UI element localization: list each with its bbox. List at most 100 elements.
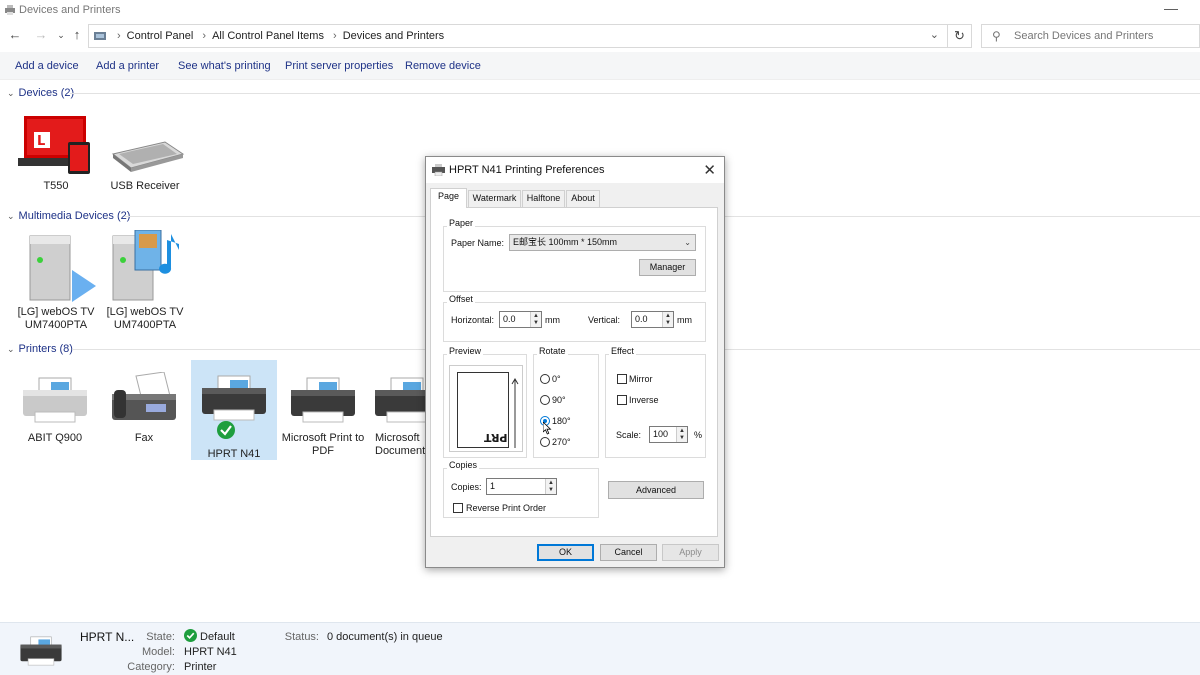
up-arrow-icon <box>511 378 519 448</box>
scale-unit: % <box>694 430 703 440</box>
device-label: Microsoft Print to PDF <box>281 432 365 457</box>
svg-text:L: L <box>37 134 45 149</box>
scale-label: Scale: <box>616 430 642 440</box>
breadcrumb-control-panel[interactable]: Control Panel <box>127 30 194 42</box>
close-icon[interactable]: ✕ <box>703 161 716 179</box>
paper-group-label: Paper <box>447 218 476 228</box>
details-category-value: Printer <box>184 661 217 673</box>
rotate-270-radio[interactable] <box>540 437 550 447</box>
search-input[interactable]: Search Devices and Printers <box>1014 30 1153 42</box>
tab-watermark[interactable]: Watermark <box>468 190 521 207</box>
device-label: Fax <box>134 432 154 444</box>
apply-button[interactable]: Apply <box>662 544 719 561</box>
printer-icon <box>291 377 355 423</box>
horizontal-offset-input[interactable]: 0.0 ▲ ▼ <box>499 311 542 328</box>
laptop-phone-icon: L <box>18 116 90 174</box>
cancel-button[interactable]: Cancel <box>600 544 657 561</box>
mirror-label: Mirror <box>629 374 653 384</box>
reverse-print-order-checkbox[interactable] <box>453 503 463 513</box>
preview-sample-text: PRT <box>484 431 508 444</box>
device-label: HPRT N41 <box>207 448 261 460</box>
rotate-group-label: Rotate <box>537 346 568 356</box>
device-label: [LG] webOS TV UM7400PTA <box>17 306 95 331</box>
search-box[interactable]: ⚲ Search Devices and Printers <box>981 24 1200 48</box>
media-server-icon <box>29 235 96 302</box>
device-label: MicrosoftDocument W <box>375 432 429 457</box>
address-dropdown-chevron-icon[interactable]: ⌄ <box>930 28 939 41</box>
multimedia-lg-tv-1[interactable]: [LG] webOS TV UM7400PTA <box>13 230 99 332</box>
device-label: [LG] webOS TV UM7400PTA <box>106 306 184 331</box>
keyboard-icon <box>111 141 185 172</box>
add-device-button[interactable]: Add a device <box>15 60 79 72</box>
preview-page: PRT <box>457 372 509 448</box>
printer-hprt-n41[interactable]: HPRT N41 <box>191 360 277 460</box>
scale-input[interactable]: 100 ▲ ▼ <box>649 426 688 443</box>
printer-icon <box>375 377 429 423</box>
horizontal-unit: mm <box>545 315 560 325</box>
multimedia-lg-tv-2[interactable]: [LG] webOS TV UM7400PTA <box>102 230 188 332</box>
dialog-title: HPRT N41 Printing Preferences <box>449 164 605 176</box>
printer-microsoft-print-to-pdf[interactable]: Microsoft Print to PDF <box>280 372 366 458</box>
details-status-value: 0 document(s) in queue <box>327 631 443 643</box>
device-usb-receiver[interactable]: USB Receiver <box>102 112 188 193</box>
control-panel-icon <box>94 32 106 40</box>
rotate-0-radio[interactable] <box>540 374 550 384</box>
printer-abit-q900[interactable]: ABIT Q900 <box>12 372 98 445</box>
details-pane: HPRT N... State: Default Model: HPRT N41… <box>0 622 1200 675</box>
tab-halftone[interactable]: Halftone <box>522 190 565 207</box>
print-server-properties-button[interactable]: Print server properties <box>285 60 393 72</box>
copies-group-label: Copies <box>447 460 480 470</box>
address-bar[interactable]: › Control Panel › All Control Panel Items … <box>88 24 948 48</box>
printer-small-icon <box>432 164 445 176</box>
horizontal-label: Horizontal: <box>451 315 495 325</box>
window-titlebar: Devices and Printers — <box>0 0 1200 22</box>
ok-button[interactable]: OK <box>537 544 594 561</box>
breadcrumb-all-items[interactable]: All Control Panel Items <box>212 30 324 42</box>
inverse-checkbox[interactable] <box>617 395 627 405</box>
fax-icon <box>112 372 176 420</box>
back-arrow-icon[interactable]: ← <box>6 26 24 44</box>
manager-button[interactable]: Manager <box>639 259 696 276</box>
mouse-cursor-icon <box>543 422 552 435</box>
device-label: ABIT Q900 <box>27 432 83 444</box>
details-status-label: Status: <box>284 631 319 643</box>
vertical-label: Vertical: <box>588 315 621 325</box>
vertical-offset-input[interactable]: 0.0 ▲ ▼ <box>631 311 674 328</box>
printer-icon <box>202 375 266 439</box>
device-label: T550 <box>43 180 69 192</box>
window-title: Devices and Printers <box>19 4 121 16</box>
minimize-button[interactable]: — <box>1164 0 1178 16</box>
rotate-180-label: 180° <box>552 416 571 426</box>
see-whats-printing-button[interactable]: See what's printing <box>178 60 271 72</box>
rotate-90-radio[interactable] <box>540 395 550 405</box>
media-server-music-icon <box>112 230 179 301</box>
add-printer-button[interactable]: Add a printer <box>96 60 159 72</box>
vertical-unit: mm <box>677 315 692 325</box>
advanced-button[interactable]: Advanced <box>608 481 704 499</box>
refresh-icon[interactable]: ↻ <box>948 24 972 48</box>
printer-microsoft-document-writer[interactable]: MicrosoftDocument W <box>369 372 429 458</box>
paper-name-label: Paper Name: <box>451 238 505 248</box>
breadcrumb-devices-printers[interactable]: Devices and Printers <box>343 30 445 42</box>
details-state-value: Default <box>200 631 235 643</box>
printer-fax[interactable]: Fax <box>101 372 187 445</box>
forward-arrow-icon[interactable]: → <box>32 26 50 44</box>
remove-device-button[interactable]: Remove device <box>405 60 481 72</box>
printing-preferences-dialog: HPRT N41 Printing Preferences ✕ Page Wat… <box>425 156 725 568</box>
details-model-label: Model: <box>141 646 175 658</box>
navigation-bar: ← → ⌄ ↑ › Control Panel › All Control Pane… <box>0 22 1200 50</box>
tab-about[interactable]: About <box>566 190 600 207</box>
details-category-label: Category: <box>127 661 175 673</box>
effect-group-label: Effect <box>609 346 636 356</box>
tab-page[interactable]: Page <box>430 188 467 208</box>
up-arrow-icon[interactable]: ↑ <box>68 26 86 44</box>
printer-icon <box>23 377 87 423</box>
mirror-checkbox[interactable] <box>617 374 627 384</box>
device-t550[interactable]: L T550 <box>13 112 99 193</box>
inverse-label: Inverse <box>629 395 659 405</box>
group-header-printers[interactable]: ⌄ Printers (8) <box>7 343 73 355</box>
group-header-multimedia[interactable]: ⌄ Multimedia Devices (2) <box>7 210 130 222</box>
paper-name-select[interactable]: E邮宝长 100mm * 150mm ⌄ <box>509 234 696 251</box>
group-header-devices[interactable]: ⌄ Devices (2) <box>7 87 74 99</box>
copies-input[interactable]: 1 ▲ ▼ <box>486 478 557 495</box>
